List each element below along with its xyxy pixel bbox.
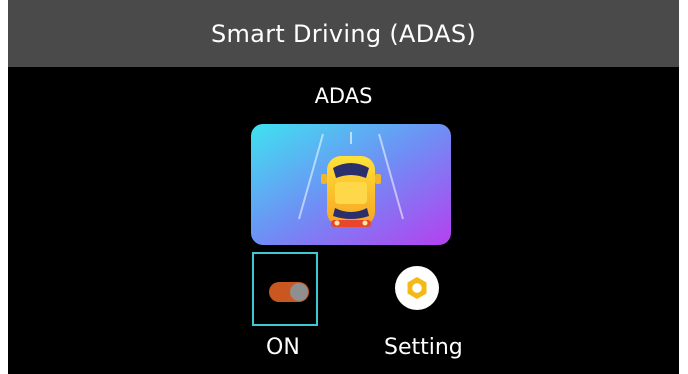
toggle-knob [290,283,308,301]
settings-button[interactable] [395,266,439,310]
adas-illustration [251,124,451,245]
toggle-switch-icon [269,282,309,302]
car-lane-icon [251,124,451,245]
gear-icon [407,277,427,299]
settings-label: Setting [384,335,463,360]
adas-toggle-button[interactable] [252,252,318,326]
toggle-label: ON [266,335,300,360]
page-title: Smart Driving (ADAS) [210,19,477,48]
frame: Smart Driving (ADAS) ADAS ON Setting [0,0,688,374]
device-screen: Smart Driving (ADAS) ADAS ON Setting [8,0,679,374]
feature-label: ADAS [314,84,373,108]
title-bar: Smart Driving (ADAS) [8,0,679,67]
